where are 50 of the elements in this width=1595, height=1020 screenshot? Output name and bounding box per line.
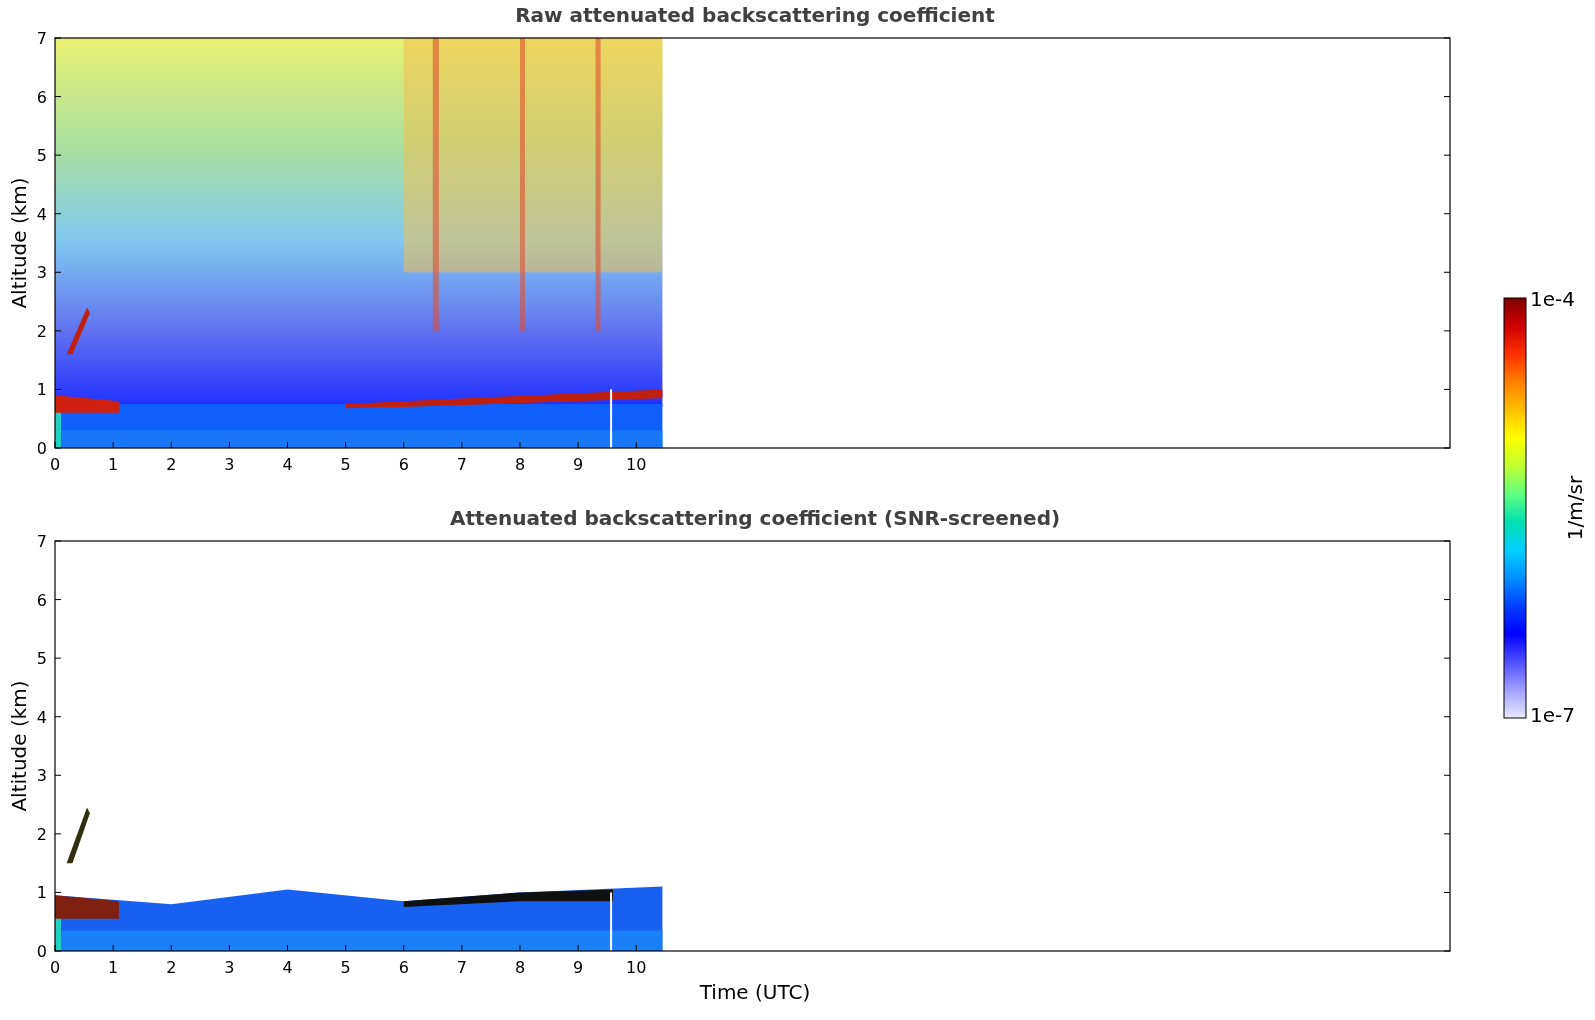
tick-label: 4 [36,707,47,727]
chart-title: Raw attenuated backscattering coefficient [515,2,995,29]
axis-label: Time (UTC) [699,979,811,1006]
tick-label: 4 [282,455,293,474]
tick-label: 4 [282,958,293,977]
tick-label: 10 [626,958,647,977]
cloud-band [55,395,119,413]
colorbar-max-label: 1e-4 [1530,288,1575,311]
axis-label: Altitude (km) [7,177,31,309]
tick-label: 1 [36,883,47,903]
tick-label: 9 [573,455,584,474]
tick-label: 6 [398,958,409,977]
tick-label: 10 [626,455,647,474]
colorbar-unit-label: 1/m/sr [1563,475,1587,541]
tick-label: 9 [573,958,584,977]
tick-label: 3 [36,766,47,786]
tick-label: 3 [224,455,235,474]
cloud-band [55,895,119,919]
chart-title: Attenuated backscattering coefficient (SNR-screened) [449,505,1061,532]
tick-label: 7 [456,958,467,977]
tick-label: 0 [36,439,47,458]
tick-label: 1 [36,380,47,400]
cloud-streak [66,307,90,355]
tick-label: 7 [36,30,47,48]
tick-label: 0 [49,958,61,977]
tick-label: 7 [456,455,467,474]
tick-label: 4 [36,204,47,224]
tick-label: 3 [224,958,235,977]
tick-label: 0 [49,455,61,474]
tick-label: 5 [340,958,351,977]
tick-label: 3 [36,263,47,283]
tick-label: 8 [514,958,526,977]
tick-label: 2 [36,321,47,341]
colorbar-min-label: 1e-7 [1530,703,1575,727]
tick-label: 1 [108,958,119,977]
tick-label: 6 [36,590,47,610]
tick-label: 2 [166,455,177,474]
tick-label: 6 [36,87,47,107]
tick-label: 7 [36,533,47,551]
tick-label: 1 [108,455,119,474]
tick-label: 2 [166,958,177,977]
tick-label: 5 [36,146,47,166]
axis-label: Altitude (km) [7,680,31,812]
tick-label: 2 [36,824,47,844]
tick-label: 6 [398,455,409,474]
tick-label: 5 [36,649,47,669]
tick-label: 8 [514,455,526,474]
tick-label: 5 [340,455,351,474]
tick-label: 0 [36,942,47,961]
cloud-streak [66,807,90,864]
